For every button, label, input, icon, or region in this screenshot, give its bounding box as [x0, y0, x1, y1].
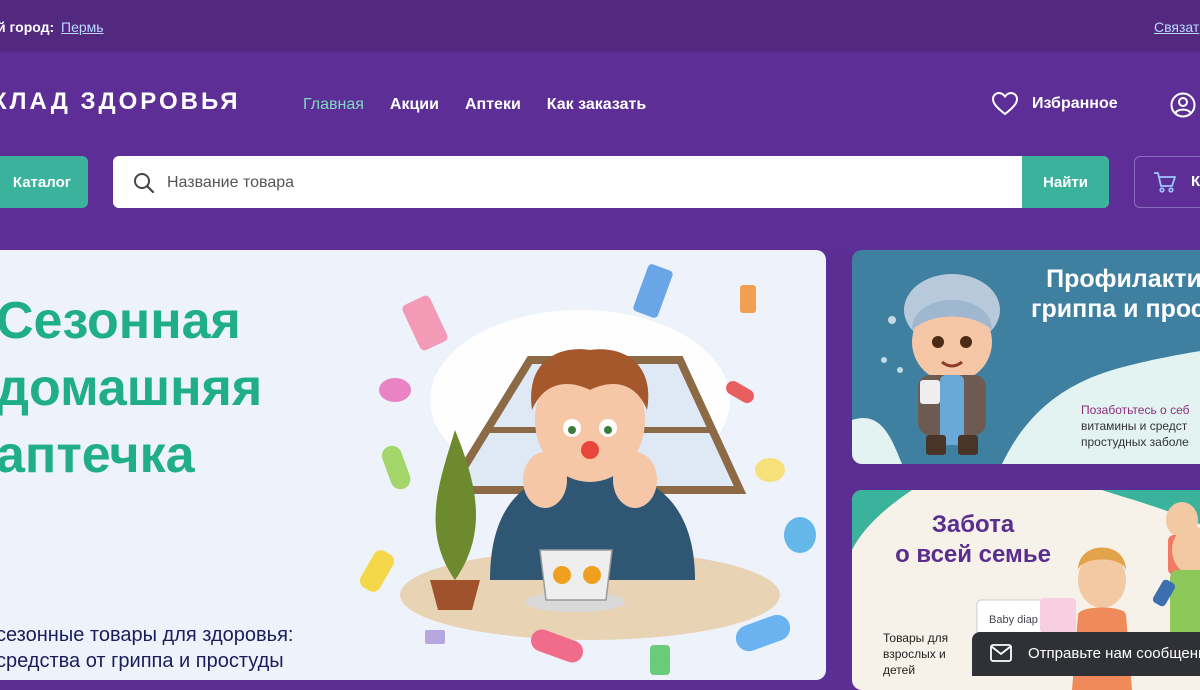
main-nav: Главная Акции Аптеки Как заказать [303, 96, 646, 114]
search-input[interactable] [165, 156, 1019, 208]
nav-item-how-to-order[interactable]: Как заказать [547, 96, 646, 114]
family-banner-title-line-1: Забота [931, 511, 1015, 538]
search-bar: Найти [113, 156, 1109, 208]
city-selector-link[interactable]: Пермь [61, 19, 104, 35]
heart-icon [992, 92, 1018, 116]
search-icon [134, 173, 155, 194]
site-logo[interactable]: КЛАД ЗДОРОВЬЯ [0, 88, 241, 116]
cart-label: К [1191, 173, 1200, 190]
nav-item-promotions[interactable]: Акции [390, 96, 439, 114]
search-button[interactable]: Найти [1022, 156, 1109, 208]
cart-button[interactable]: К [1134, 156, 1200, 208]
family-banner-text: Товары для взрослых и детей [883, 631, 949, 677]
chat-widget-label: Отправьте нам сообщени [1028, 645, 1200, 662]
contact-link[interactable]: Связат [1154, 19, 1199, 35]
city-label: й город: [0, 19, 55, 35]
top-strip: й город: Пермь Связат [0, 0, 1200, 52]
favorites-label: Избранное [1032, 95, 1118, 112]
account-icon[interactable] [1170, 92, 1196, 118]
hero-subtitle: сезонные товары для здоровья: средства о… [0, 624, 294, 672]
flu-banner-text-line-2: витамины и средст [1081, 419, 1188, 433]
flu-banner-title: Профилакти гриппа и прост [1024, 264, 1200, 324]
flu-banner-text-line-3: простудных заболе [1081, 435, 1189, 449]
nav-item-pharmacies[interactable]: Аптеки [465, 96, 521, 114]
family-banner-title: Забота о всей семье [878, 510, 1068, 570]
hero-title: Сезонная домашняя аптечка [0, 292, 263, 484]
main-promo-banner[interactable]: Сезонная домашняя аптечка сезонные товар… [0, 250, 826, 680]
favorites-link[interactable]: Избранное [992, 92, 1118, 116]
family-banner-title-line-2: о всей семье [895, 541, 1051, 568]
flu-banner-title-line-1: Профилакти [1046, 265, 1200, 293]
catalog-button[interactable]: Каталог [0, 156, 88, 208]
flu-prevention-banner[interactable]: Профилакти гриппа и прост Позаботьтесь о… [852, 250, 1200, 464]
cart-icon [1154, 172, 1176, 193]
flu-banner-text: Позаботьтесь о себ витамины и средст про… [1081, 402, 1200, 450]
nav-item-home[interactable]: Главная [303, 96, 364, 114]
sick-man-illustration [359, 264, 816, 675]
chat-widget-button[interactable]: Отправьте нам сообщени [972, 632, 1200, 676]
product-label: Baby diap [989, 614, 1038, 626]
envelope-icon [990, 644, 1012, 662]
flu-banner-title-line-2: гриппа и прост [1031, 295, 1200, 323]
flu-banner-text-line-1: Позаботьтесь о себ [1081, 403, 1190, 417]
site-header: КЛАД ЗДОРОВЬЯ Главная Акции Аптеки Как з… [0, 52, 1200, 252]
